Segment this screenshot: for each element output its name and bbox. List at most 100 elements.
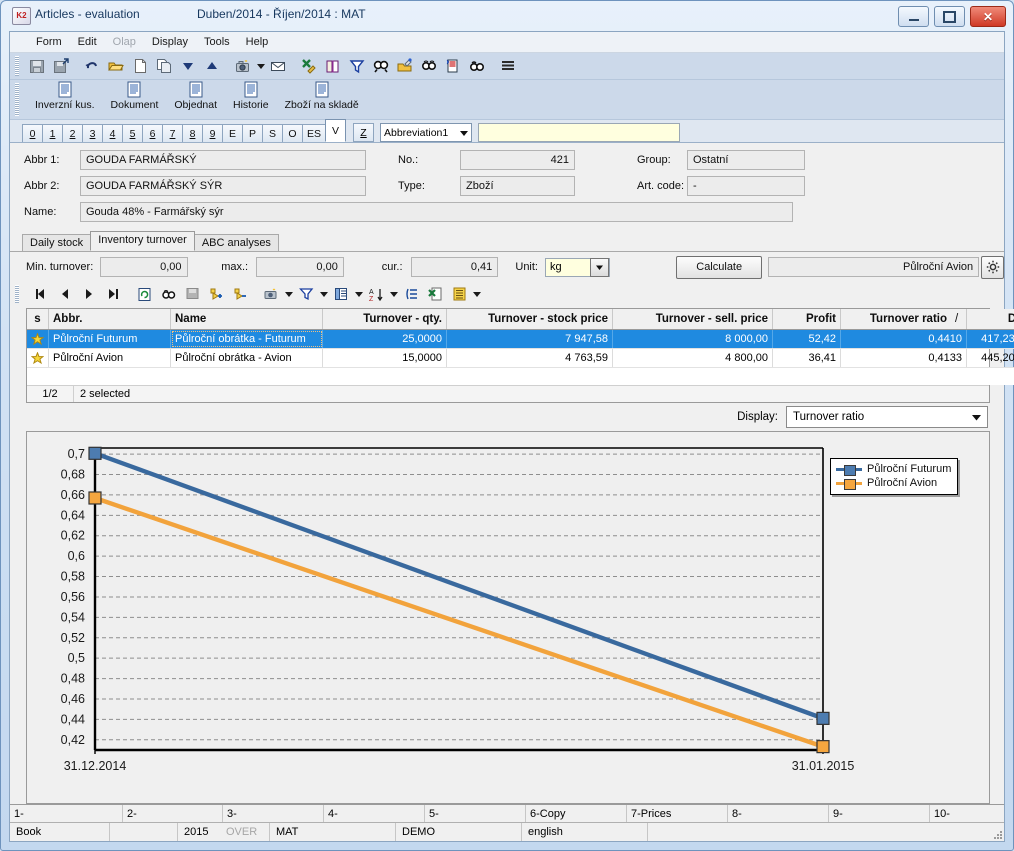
letter-tab-es[interactable]: ES [302,124,326,142]
menu-item-form[interactable]: Form [28,34,70,50]
export-excel-icon[interactable] [298,56,320,77]
save-as-icon[interactable] [50,56,72,77]
fn-key-7-prices[interactable]: 7-Prices [627,805,728,822]
group-field[interactable]: Ostatní [687,150,805,170]
type-field[interactable]: Zboží [460,176,575,196]
letter-tab-0[interactable]: 0 [22,124,43,142]
report-icon[interactable] [442,56,464,77]
letter-tab-4[interactable]: 4 [102,124,123,142]
layout-icon[interactable] [448,284,470,305]
letter-tab-8[interactable]: 8 [182,124,203,142]
abbreviation-combo[interactable]: Abbreviation1 [380,123,472,142]
shortcut-dokument[interactable]: Dokument [106,81,164,111]
letter-tab-1[interactable]: 1 [42,124,63,142]
camera-icon[interactable] [260,284,282,305]
fn-key-1[interactable]: 1- [10,805,123,822]
max-input[interactable]: 0,00 [256,257,344,277]
legend-item-0[interactable]: Půlroční Futurum [836,462,951,476]
next-record-icon[interactable] [78,284,100,305]
tab-inventory-turnover[interactable]: Inventory turnover [90,231,195,251]
book-icon[interactable] [322,56,344,77]
grid-header-abbr[interactable]: Abbr. [49,309,171,329]
letter-tab-3[interactable]: 3 [82,124,103,142]
letter-tab-9[interactable]: 9 [202,124,223,142]
sort-az-icon[interactable]: AZ [365,284,387,305]
open-folder-icon[interactable] [105,56,127,77]
minimize-button[interactable] [898,6,929,27]
abbr2-field[interactable]: GOUDA FARMÁŘSKÝ SÝR [80,176,366,196]
export-excel-icon[interactable] [424,284,446,305]
edit-document-icon[interactable] [394,56,416,77]
unit-dropdown-button[interactable] [590,257,609,277]
fn-key-2[interactable]: 2- [123,805,223,822]
shortcut-zbozi-na-sklade[interactable]: Zboží na skladě [280,81,364,111]
shortcut-objednat[interactable]: Objednat [169,81,222,111]
filter-icon[interactable] [346,56,368,77]
save-icon[interactable] [26,56,48,77]
up-arrow-icon[interactable] [201,56,223,77]
variant-field[interactable]: Půlroční Avion [768,257,980,277]
letter-tab-o[interactable]: O [282,124,303,142]
tab-abc-analyses[interactable]: ABC analyses [193,234,279,251]
menu-lines-icon[interactable] [497,56,519,77]
menu-item-tools[interactable]: Tools [196,34,238,50]
toolbar-grip[interactable] [15,56,19,76]
find-icon[interactable] [370,56,392,77]
layout-dropdown-arrow[interactable] [472,284,481,305]
cur-input[interactable]: 0,41 [410,257,499,277]
table-row[interactable]: Půlroční Avion Půlroční obrátka - Avion … [27,349,1014,368]
filter-dropdown-arrow[interactable] [319,284,328,305]
prev-record-icon[interactable] [54,284,76,305]
letter-tab-5[interactable]: 5 [122,124,143,142]
fn-key-6-copy[interactable]: 6-Copy [526,805,627,822]
grid-toolbar-grip[interactable] [15,285,19,303]
columns-icon[interactable] [330,284,352,305]
shortcut-historie[interactable]: Historie [228,81,274,111]
down-arrow-icon[interactable] [177,56,199,77]
window-resize-grip[interactable] [990,823,1004,841]
letter-tab-p[interactable]: P [242,124,263,142]
fn-key-9[interactable]: 9- [829,805,930,822]
name-field[interactable]: Gouda 48% - Farmářský sýr [80,202,793,222]
columns-dropdown-arrow[interactable] [354,284,363,305]
sort-dropdown-arrow[interactable] [389,284,398,305]
calculate-button[interactable]: Calculate [676,255,763,279]
grid-header-turnover-stock-price[interactable]: Turnover - stock price [447,309,613,329]
no-field[interactable]: 421 [460,150,575,170]
letter-tab-7[interactable]: 7 [162,124,183,142]
copy-icon[interactable] [153,56,175,77]
find-next-icon[interactable] [418,56,440,77]
min-turnover-input[interactable]: 0,00 [99,257,188,277]
find-icon[interactable] [157,284,179,305]
last-record-icon[interactable] [102,284,124,305]
letter-tab-s[interactable]: S [262,124,283,142]
display-select[interactable]: Turnover ratio [786,406,988,428]
shortcut-toolbar-grip[interactable] [15,83,19,116]
refresh-icon[interactable] [133,284,155,305]
artcode-field[interactable]: - [687,176,805,196]
grid-header-name[interactable]: Name [171,309,323,329]
z-button[interactable]: Z [353,123,374,142]
menu-item-edit[interactable]: Edit [70,34,105,50]
grid-header-turnover-sell-price[interactable]: Turnover - sell. price [613,309,773,329]
unit-combo[interactable]: kg [545,257,610,277]
filter-icon[interactable] [295,284,317,305]
group-icon[interactable] [400,284,422,305]
shortcut-inverzni-kus[interactable]: Inverzní kus. [30,81,100,111]
new-document-icon[interactable] [129,56,151,77]
letter-tab-2[interactable]: 2 [62,124,83,142]
letter-tab-v[interactable]: V [325,119,346,142]
letter-tab-e[interactable]: E [222,124,243,142]
camera-dropdown-arrow[interactable] [256,56,265,77]
settings-button[interactable] [981,255,1004,279]
mail-icon[interactable] [267,56,289,77]
letter-tab-6[interactable]: 6 [142,124,163,142]
close-button[interactable]: ✕ [970,6,1006,27]
grid-header-turnover-ratio[interactable]: Turnover ratio [841,309,951,329]
add-row-icon[interactable] [205,284,227,305]
fn-key-4[interactable]: 4- [324,805,425,822]
grid-header-profit[interactable]: Profit [773,309,841,329]
fn-key-10[interactable]: 10- [930,805,1004,822]
grid-header-s[interactable]: s [27,309,49,329]
fn-key-8[interactable]: 8- [728,805,829,822]
